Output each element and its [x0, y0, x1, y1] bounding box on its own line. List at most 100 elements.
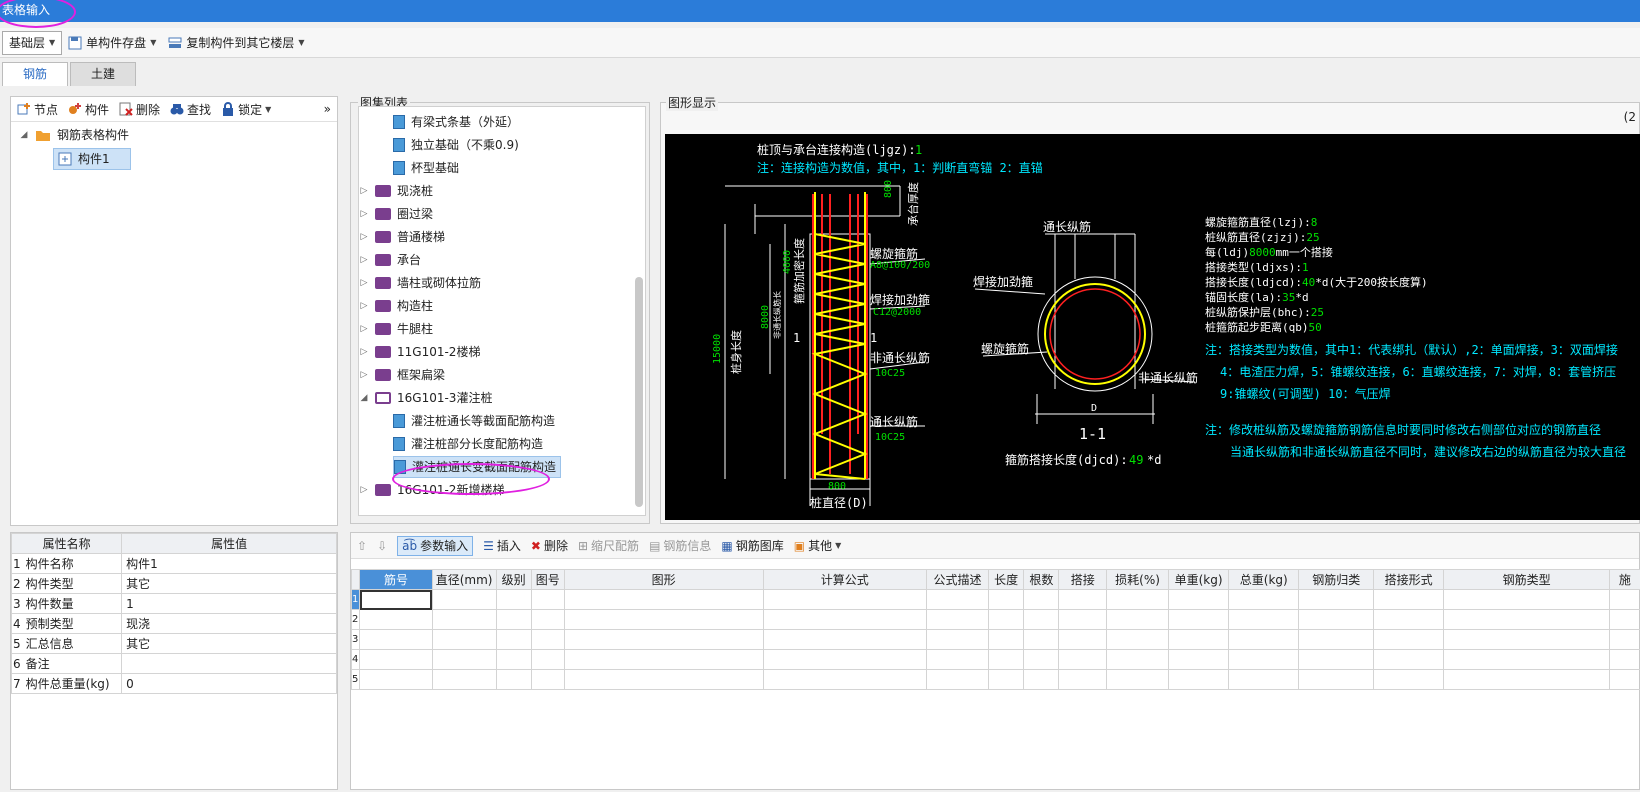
atlas-item[interactable]: ▷ 圈过梁 [359, 203, 433, 225]
grid-cell[interactable] [1168, 669, 1230, 690]
param-value[interactable]: 25 [1306, 231, 1319, 244]
atlas-item[interactable]: ▷ 现浇桩 [359, 180, 433, 202]
grid-header[interactable]: 搭接 [1058, 569, 1108, 590]
grid-cell[interactable] [1608, 649, 1640, 670]
grid-cell[interactable] [1298, 629, 1374, 650]
grid-cell[interactable] [563, 589, 764, 610]
grid-delete-button[interactable]: ✖ 删除 [531, 537, 568, 554]
expand-arrow-icon[interactable]: ▷ [359, 180, 369, 202]
grid-cell[interactable] [563, 629, 764, 650]
grid-cell[interactable] [563, 609, 764, 630]
grid-row[interactable]: 2 [350, 609, 1640, 630]
grid-cell[interactable] [1443, 649, 1610, 670]
expand-arrow-icon[interactable]: ▷ [359, 226, 369, 248]
grid-header[interactable]: 图号 [530, 569, 565, 590]
floor-select[interactable]: 基础层 ▼ [2, 30, 63, 55]
grid-header[interactable]: 总重(kg) [1228, 569, 1300, 590]
add-component-button[interactable]: 构件 [68, 101, 109, 118]
grid-cell[interactable] [495, 589, 532, 610]
param-value[interactable]: 1 [1302, 261, 1309, 274]
grid-cell[interactable] [359, 609, 433, 630]
grid-cell[interactable] [925, 609, 990, 630]
grid-cell[interactable] [1372, 629, 1445, 650]
grid-cell[interactable] [1168, 609, 1230, 630]
grid-cell[interactable] [1372, 589, 1445, 610]
grid-cell[interactable] [1023, 629, 1060, 650]
grid-row[interactable]: 3 [350, 629, 1640, 650]
grid-cell[interactable] [1228, 629, 1300, 650]
expand-arrow-icon[interactable]: ▷ [359, 479, 369, 501]
atlas-item[interactable]: 独立基础（不乘0.9) [393, 134, 519, 156]
grid-cell[interactable] [1106, 589, 1170, 610]
expand-icon[interactable]: » [324, 102, 331, 116]
atlas-item[interactable]: 有梁式条基（外延） [393, 111, 519, 133]
grid-header[interactable]: 损耗(%) [1106, 569, 1170, 590]
grid-cell[interactable] [1298, 649, 1374, 670]
move-down-icon[interactable]: ⇩ [377, 539, 387, 553]
grid-cell[interactable] [988, 669, 1025, 690]
grid-cell[interactable] [1443, 589, 1610, 610]
grid-cell[interactable] [1168, 649, 1230, 670]
rebar-info-button[interactable]: ▤ 钢筋信息 [649, 537, 711, 554]
grid-header[interactable]: 筋号 [359, 569, 433, 590]
grid-cell[interactable] [762, 649, 928, 670]
tab-civil[interactable]: 土建 [70, 62, 137, 86]
grid-header[interactable]: 钢筋归类 [1298, 569, 1374, 590]
grid-cell[interactable] [1372, 649, 1445, 670]
grid-cell[interactable] [1023, 589, 1060, 610]
param-value[interactable]: 40 [1302, 276, 1315, 289]
grid-header[interactable]: 直径(mm) [431, 569, 497, 590]
param-input-button[interactable]: a͡b 参数输入 [397, 535, 474, 556]
grid-cell[interactable] [431, 649, 497, 670]
property-row[interactable]: 5 汇总信息 其它 [10, 633, 337, 654]
find-button[interactable]: 查找 [170, 101, 211, 118]
property-value[interactable] [121, 653, 337, 674]
grid-cell[interactable] [359, 649, 433, 670]
param-value[interactable]: 50 [1309, 321, 1322, 334]
grid-cell[interactable] [1058, 649, 1108, 670]
property-value[interactable]: 0 [121, 673, 337, 694]
grid-cell[interactable] [988, 609, 1025, 630]
grid-cell[interactable] [1106, 629, 1170, 650]
param-value[interactable]: 8 [1311, 216, 1318, 229]
grid-cell[interactable] [359, 629, 433, 650]
property-value[interactable]: 1 [121, 593, 337, 614]
grid-cell[interactable] [925, 649, 990, 670]
property-row[interactable]: 1 构件名称 构件1 [10, 553, 337, 574]
grid-cell[interactable] [1106, 609, 1170, 630]
grid-cell[interactable] [563, 669, 764, 690]
collapse-icon[interactable]: ◢ [19, 124, 29, 146]
atlas-item[interactable]: 杯型基础 [393, 157, 459, 179]
grid-cell[interactable] [431, 629, 497, 650]
atlas-item[interactable]: 灌注桩部分长度配筋构造 [393, 433, 543, 455]
grid-cell[interactable] [495, 629, 532, 650]
atlas-item[interactable]: ▷ 构造柱 [359, 295, 433, 317]
grid-cell[interactable] [530, 609, 565, 630]
grid-header[interactable]: 计算公式 [762, 569, 928, 590]
property-row[interactable]: 2 构件类型 其它 [10, 573, 337, 594]
expand-arrow-icon[interactable]: ▷ [359, 364, 369, 386]
tab-rebar[interactable]: 钢筋 [2, 62, 69, 86]
grid-cell[interactable] [1372, 669, 1445, 690]
grid-cell[interactable] [1298, 609, 1374, 630]
grid-header[interactable]: 搭接形式 [1372, 569, 1445, 590]
property-value[interactable]: 现浇 [121, 613, 337, 634]
property-row[interactable]: 6 备注 [10, 653, 337, 674]
grid-row[interactable]: 1 [350, 589, 1640, 610]
grid-cell[interactable] [495, 649, 532, 670]
grid-cell[interactable] [762, 669, 928, 690]
grid-cell[interactable] [1058, 609, 1108, 630]
other-button[interactable]: ▣ 其他 ▼ [794, 537, 842, 554]
grid-header[interactable]: 施 [1608, 569, 1640, 590]
cad-canvas[interactable]: 桩顶与承台连接构造(ljgz): 1 注：连接构造为数值，其中，1：判断直弯锚 … [665, 134, 1640, 520]
grid-cell[interactable] [495, 609, 532, 630]
grid-cell[interactable] [530, 629, 565, 650]
atlas-item[interactable]: ◢ 16G101-3灌注桩 [359, 387, 493, 409]
grid-cell[interactable] [1058, 629, 1108, 650]
grid-cell[interactable] [495, 669, 532, 690]
delete-button[interactable]: 删除 [119, 101, 160, 118]
param-value[interactable]: 35 [1282, 291, 1295, 304]
grid-cell[interactable] [1608, 589, 1640, 610]
grid-header[interactable]: 单重(kg) [1168, 569, 1230, 590]
atlas-item[interactable]: ▷ 墙柱或砌体拉筋 [359, 272, 481, 294]
